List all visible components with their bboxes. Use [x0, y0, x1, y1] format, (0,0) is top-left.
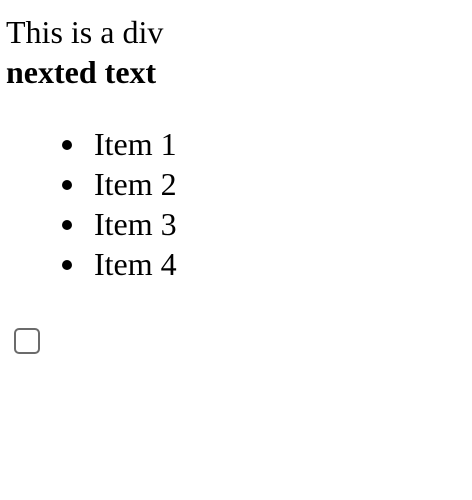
bullet-icon: [62, 140, 72, 150]
checkbox[interactable]: [14, 328, 40, 354]
list-item-label: Item 3: [94, 206, 177, 242]
item-list: Item 1 Item 2 Item 3 Item 4: [6, 124, 472, 284]
list-item: Item 4: [62, 244, 472, 284]
bullet-icon: [62, 180, 72, 190]
list-item: Item 3: [62, 204, 472, 244]
page: This is a div nexted text Item 1 Item 2 …: [0, 0, 472, 284]
checkbox-container: [14, 328, 40, 354]
bullet-icon: [62, 220, 72, 230]
nested-text: nexted text: [6, 54, 157, 90]
list-item-label: Item 1: [94, 126, 177, 162]
bullet-icon: [62, 260, 72, 270]
list-item-label: Item 2: [94, 166, 177, 202]
list-item: Item 2: [62, 164, 472, 204]
list-item-label: Item 4: [94, 246, 177, 282]
div-text: This is a div: [6, 14, 164, 50]
list-item: Item 1: [62, 124, 472, 164]
